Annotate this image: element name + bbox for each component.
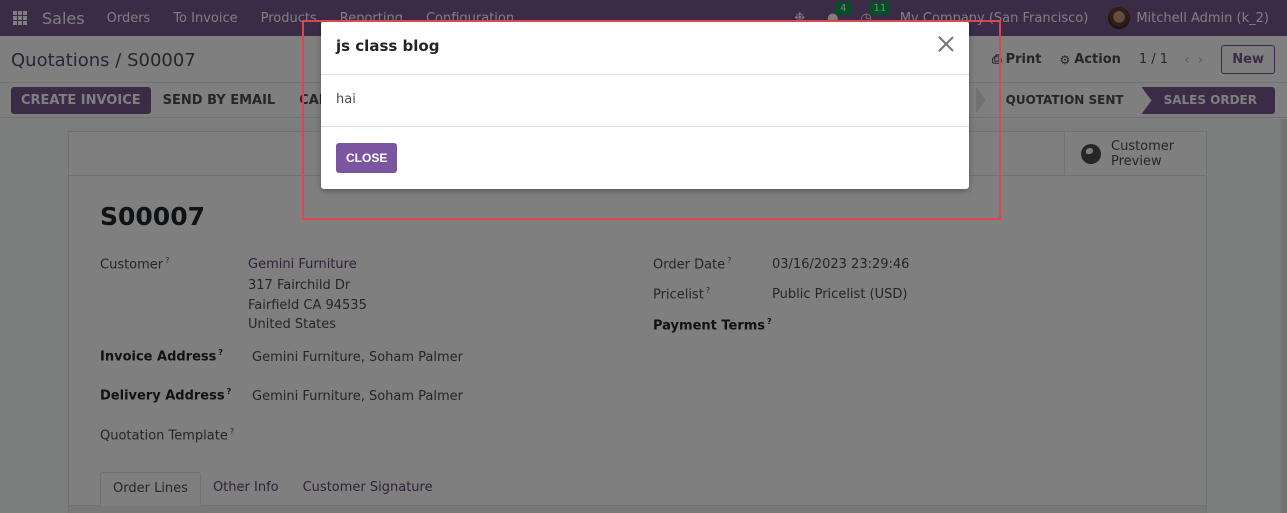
close-icon[interactable]: [937, 35, 955, 53]
dialog-title: js class blog: [336, 37, 440, 55]
dialog-message: hai: [336, 92, 356, 107]
dialog-body: hai: [321, 75, 969, 127]
dialog: js class blog hai CLOSE: [321, 21, 969, 189]
dialog-header: js class blog: [321, 21, 969, 75]
close-button[interactable]: CLOSE: [336, 143, 398, 173]
dialog-footer: CLOSE: [321, 128, 969, 189]
